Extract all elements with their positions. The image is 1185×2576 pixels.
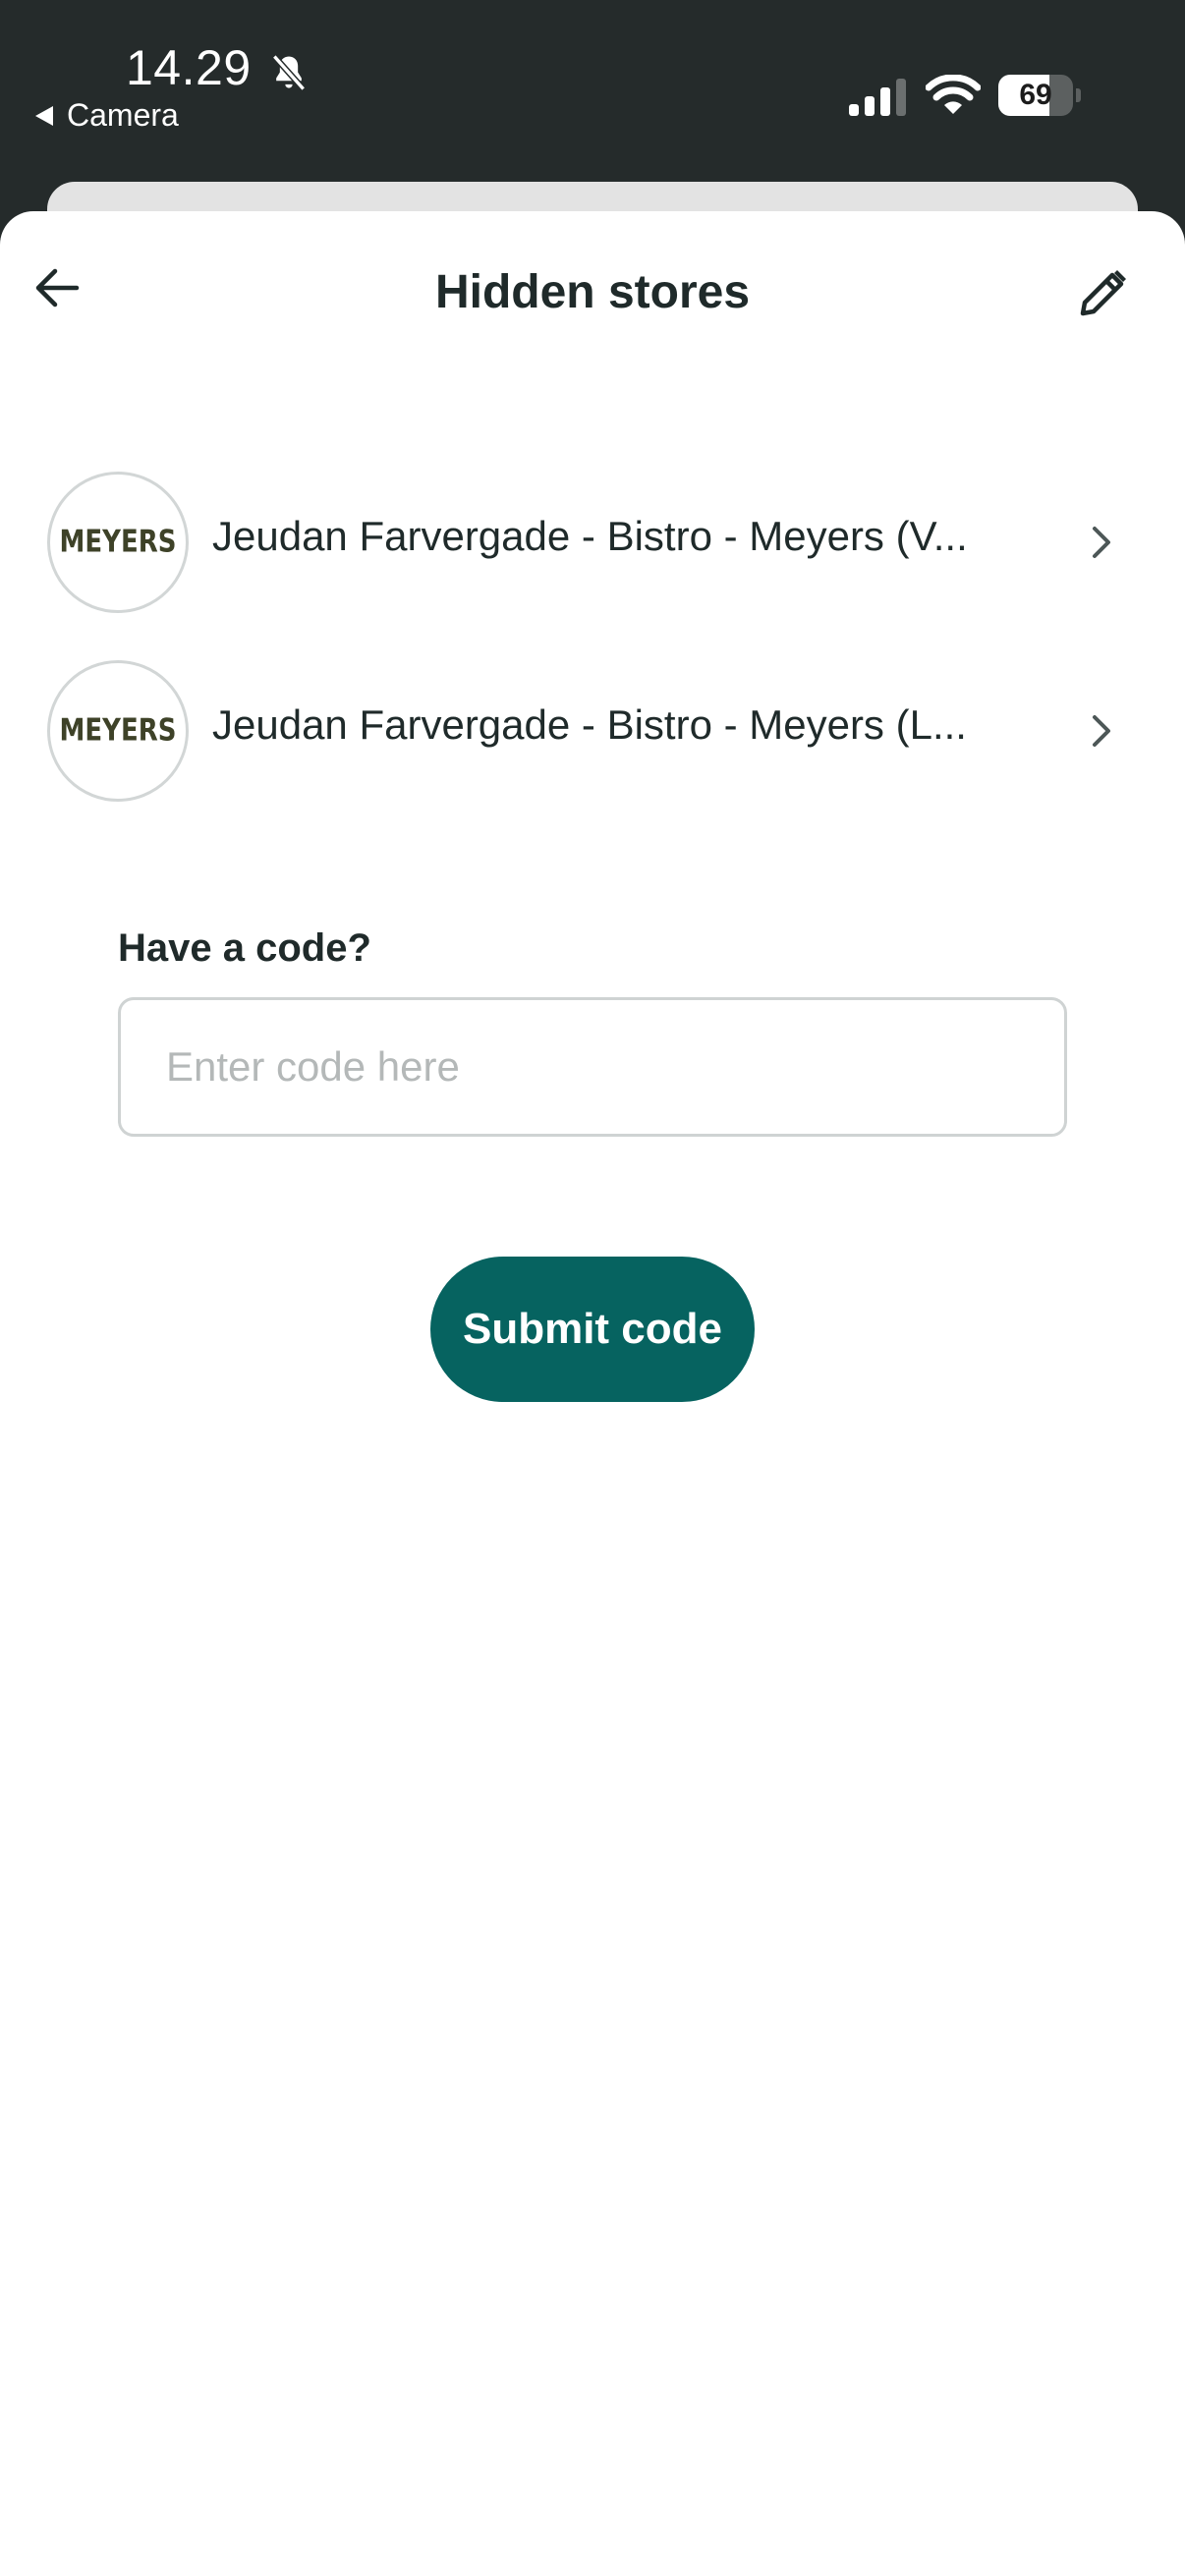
submit-code-button[interactable]: Submit code xyxy=(430,1257,755,1402)
back-app-label: Camera xyxy=(67,97,179,133)
status-bar: 14.29 Camera 69 xyxy=(0,0,1185,182)
store-logo-text: MEYERS xyxy=(59,713,177,749)
store-list-item[interactable]: MEYERS Jeudan Farvergade - Bistro - Meye… xyxy=(47,472,1138,613)
code-label: Have a code? xyxy=(118,926,371,970)
battery-percent: 69 xyxy=(1019,79,1052,111)
store-list-item[interactable]: MEYERS Jeudan Farvergade - Bistro - Meye… xyxy=(47,660,1138,802)
pencil-icon[interactable] xyxy=(1075,266,1130,321)
store-logo: MEYERS xyxy=(47,660,189,802)
battery-nub xyxy=(1076,88,1081,102)
chevron-right-icon xyxy=(1093,715,1110,747)
code-input[interactable] xyxy=(118,997,1067,1137)
hidden-stores-sheet: Hidden stores MEYERS Jeudan Farvergade -… xyxy=(0,211,1185,2576)
battery-icon: 69 xyxy=(998,75,1081,116)
status-time: 14.29 xyxy=(126,40,252,95)
wifi-icon xyxy=(926,75,981,114)
store-name: Jeudan Farvergade - Bistro - Meyers (V..… xyxy=(212,513,968,559)
arrow-left-icon[interactable] xyxy=(29,260,85,315)
store-name: Jeudan Farvergade - Bistro - Meyers (L..… xyxy=(212,701,967,748)
back-triangle-icon xyxy=(35,105,53,126)
store-logo-text: MEYERS xyxy=(59,525,177,560)
app-screen: 14.29 Camera 69 Hidden stores MEYERS Jeu… xyxy=(0,0,1185,2576)
chevron-right-icon xyxy=(1093,527,1110,558)
back-to-camera-link[interactable]: Camera xyxy=(35,97,179,134)
page-title: Hidden stores xyxy=(434,266,751,318)
cellular-signal-icon xyxy=(849,79,906,116)
store-logo: MEYERS xyxy=(47,472,189,613)
bell-slash-icon xyxy=(272,54,306,91)
